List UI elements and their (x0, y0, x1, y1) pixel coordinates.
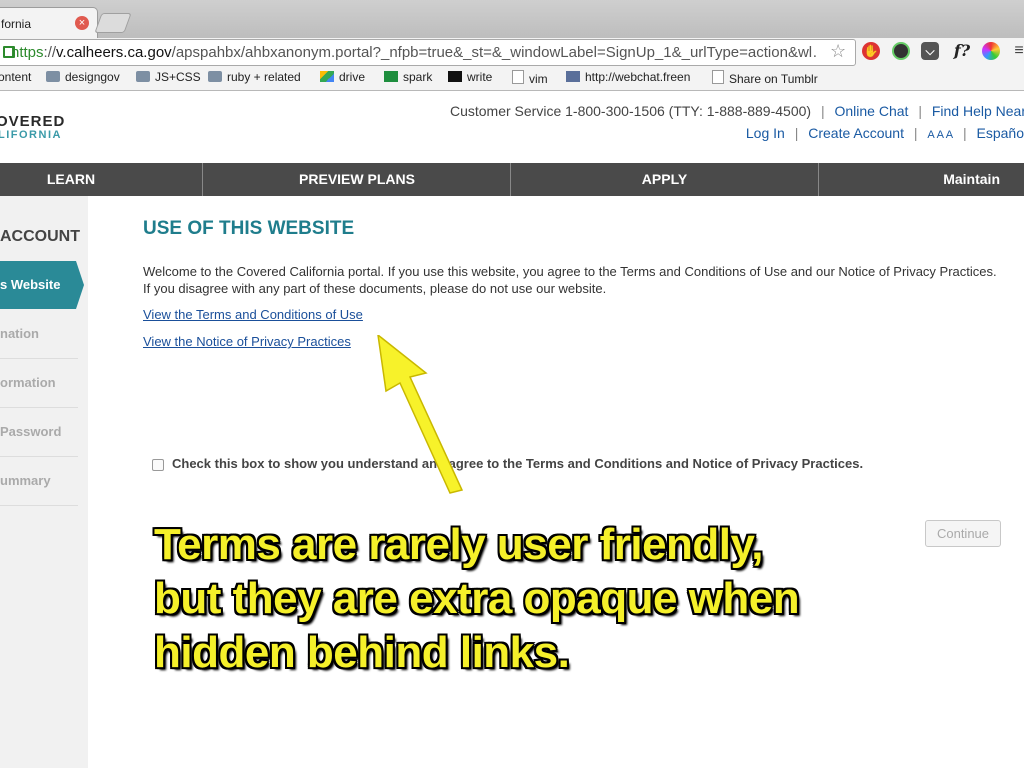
agree-checkbox-label: Check this box to show you understand an… (172, 456, 864, 471)
bookmark-item[interactable]: drive (320, 70, 365, 84)
medium-icon (448, 71, 462, 82)
site-logo-subtitle: LIFORNIA (0, 129, 62, 141)
bookmark-item[interactable]: spark (384, 70, 432, 84)
sidebar-item-use-of-website[interactable]: s Website (0, 261, 84, 309)
annotation-line: hidden behind links. (154, 628, 570, 677)
menu-icon[interactable]: ≡ (1010, 42, 1024, 60)
sidebar-item[interactable]: nation (0, 310, 78, 359)
webchat-icon (566, 71, 580, 82)
text-size-control[interactable]: A A A (927, 129, 953, 141)
espanol-link[interactable]: Españo (977, 125, 1024, 141)
bookmark-item[interactable]: Share on Tumblr (712, 70, 818, 86)
bookmark-item[interactable]: ruby + related (208, 70, 301, 84)
page-icon (512, 70, 524, 84)
nav-maintain[interactable]: Maintain (819, 163, 1024, 196)
continue-button[interactable]: Continue (925, 520, 1001, 547)
utility-links-row-2: Log In | Create Account | A A A | Españo (745, 125, 1024, 141)
bookmark-item[interactable]: http://webchat.freen (566, 70, 696, 84)
annotation-arrow-icon (377, 335, 464, 494)
bookmark-item[interactable]: vim (512, 70, 548, 86)
find-help-link[interactable]: Find Help Near (932, 103, 1024, 119)
folder-icon (46, 71, 60, 82)
nav-learn[interactable]: LEARN (0, 163, 203, 196)
bookmark-star-icon[interactable]: ☆ (830, 41, 846, 62)
nav-apply[interactable]: APPLY (511, 163, 819, 196)
page-icon (712, 70, 724, 84)
hand-extension-icon[interactable]: ✋ (862, 42, 880, 60)
terms-link[interactable]: View the Terms and Conditions of Use (143, 307, 363, 322)
utility-links-row-1: Customer Service 1-800-300-1506 (TTY: 1-… (449, 103, 1024, 119)
privacy-link[interactable]: View the Notice of Privacy Practices (143, 334, 351, 349)
sidebar-item[interactable]: Password (0, 408, 78, 457)
bookmark-item[interactable]: ontent (0, 70, 31, 84)
sheet-icon (384, 71, 398, 82)
annotation-line: but they are extra opaque when (154, 574, 800, 623)
main-nav: LEARN PREVIEW PLANS APPLY Maintain (0, 163, 1024, 196)
new-tab-button[interactable] (94, 13, 132, 33)
palette-extension-icon[interactable] (982, 42, 1000, 60)
folder-icon (208, 71, 222, 82)
annotation-line: Terms are rarely user friendly, (154, 520, 763, 569)
sidebar-item[interactable]: ummary (0, 457, 78, 506)
bookmark-item[interactable]: designgov (46, 70, 120, 84)
sidebar-item[interactable]: ormation (0, 359, 78, 408)
browser-tab-strip: fornia × (0, 0, 1024, 40)
tab-close-icon[interactable]: × (75, 16, 89, 30)
intro-paragraph: Welcome to the Covered California portal… (143, 264, 997, 296)
browser-tab[interactable]: fornia × (0, 7, 98, 40)
sidebar-heading: ACCOUNT (0, 228, 80, 245)
url-text: https://v.calheers.ca.gov/apspahbx/ahbxa… (11, 44, 816, 61)
page-title: USE OF THIS WEBSITE (143, 218, 355, 239)
bookmark-item[interactable]: write (448, 70, 492, 84)
create-account-link[interactable]: Create Account (808, 125, 904, 141)
online-chat-link[interactable]: Online Chat (834, 103, 908, 119)
bookmark-item[interactable]: JS+CSS (136, 70, 201, 84)
nav-preview-plans[interactable]: PREVIEW PLANS (204, 163, 511, 196)
pocket-extension-icon[interactable]: ⌵ (921, 42, 939, 60)
customer-service-text: Customer Service 1-800-300-1506 (TTY: 1-… (449, 103, 812, 119)
color-wheel-extension-icon[interactable] (892, 42, 910, 60)
log-in-link[interactable]: Log In (746, 125, 785, 141)
drive-icon (320, 71, 334, 82)
agree-checkbox[interactable] (152, 459, 164, 471)
annotation-caption: Terms are rarely user friendly, but they… (154, 518, 800, 680)
address-bar[interactable]: https://v.calheers.ca.gov/apspahbx/ahbxa… (0, 39, 856, 66)
tab-title: fornia (1, 17, 32, 31)
folder-icon (136, 71, 150, 82)
site-logo[interactable]: OVERED (0, 113, 65, 130)
font-extension-icon[interactable]: f? (950, 42, 974, 60)
bookmarks-bar: ontent designgov JS+CSS ruby + related d… (0, 66, 1024, 91)
